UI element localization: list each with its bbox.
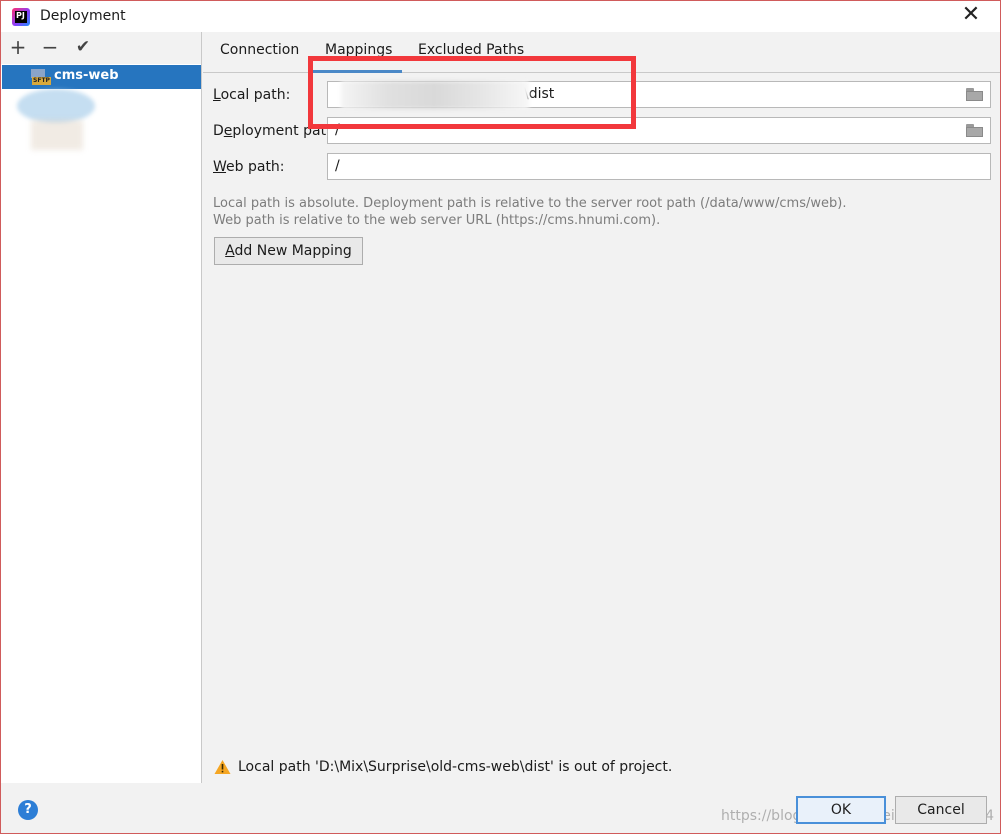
help-text-line-2: Web path is relative to the web server U… [213, 213, 661, 228]
warning-text: Local path 'D:\Mix\Surprise\old-cms-web\… [238, 759, 673, 775]
add-server-button[interactable]: + [7, 37, 29, 59]
server-list-panel: + − ✔ SFTP cms-web [1, 32, 202, 783]
tab-mappings[interactable]: Mappings [325, 42, 392, 66]
window-title: Deployment [40, 8, 126, 24]
deployment-path-value: / [335, 122, 340, 138]
title-bar: PJ Deployment ✕ [1, 1, 1000, 32]
browse-folder-icon[interactable] [966, 88, 984, 102]
deployment-path-label: Deployment path: [213, 123, 340, 139]
server-item-cms-web[interactable]: SFTP cms-web [2, 65, 201, 89]
sftp-server-icon: SFTP [31, 69, 51, 85]
deployment-path-field[interactable]: / [327, 117, 991, 144]
active-tab-indicator [313, 70, 402, 73]
cancel-button[interactable]: Cancel [895, 796, 987, 824]
redaction-blur [31, 120, 83, 150]
web-path-label: Web path: [213, 159, 285, 175]
web-path-field[interactable]: / [327, 153, 991, 180]
deployment-dialog: PJ Deployment ✕ + − ✔ SFTP cms-web Conne… [0, 0, 1001, 834]
remove-server-button[interactable]: − [39, 37, 61, 59]
local-path-label: Local path: [213, 87, 291, 103]
dialog-footer: ? https://blog.csdn.net/weixin_42181264 … [1, 783, 1000, 833]
close-button[interactable]: ✕ [960, 4, 982, 28]
server-name: cms-web [54, 68, 119, 83]
warning-icon [214, 760, 231, 774]
web-path-value: / [335, 158, 340, 174]
tab-connection[interactable]: Connection [220, 42, 299, 66]
settings-tabs: Connection Mappings Excluded Paths [203, 32, 1000, 73]
redacted-path-blur [341, 81, 529, 109]
redaction-blur [17, 89, 95, 123]
set-default-checkmark-button[interactable]: ✔ [72, 37, 94, 59]
tab-excluded-paths[interactable]: Excluded Paths [418, 42, 524, 66]
help-text-line-1: Local path is absolute. Deployment path … [213, 196, 847, 211]
add-new-mapping-button[interactable]: Add New Mapping [214, 237, 363, 265]
server-list-toolbar: + − ✔ [1, 32, 201, 64]
ok-button[interactable]: OK [796, 796, 886, 824]
ide-app-icon: PJ [12, 8, 30, 26]
help-icon[interactable]: ? [18, 800, 38, 820]
browse-folder-icon[interactable] [966, 124, 984, 138]
